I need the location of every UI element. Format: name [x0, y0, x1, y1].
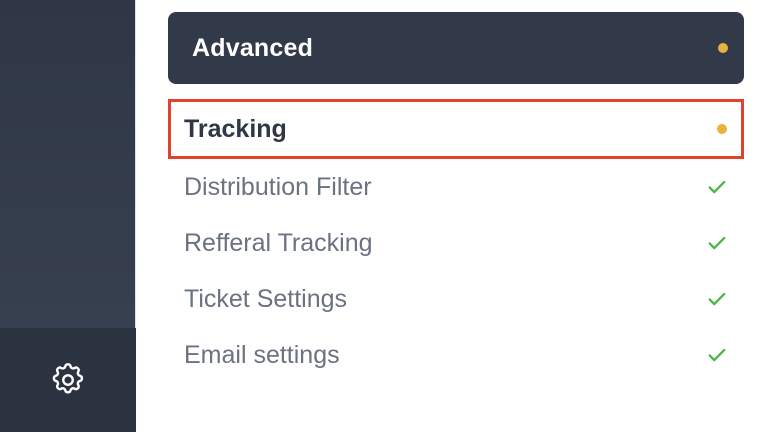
section-title: Advanced — [192, 33, 314, 62]
settings-button[interactable] — [0, 328, 136, 432]
nav-item-email-settings[interactable]: Email settings — [168, 327, 744, 383]
settings-panel: Advanced Tracking Distribution Filter Re… — [168, 12, 744, 383]
nav-item-tracking[interactable]: Tracking — [168, 99, 744, 159]
nav-item-label: Email settings — [184, 340, 340, 369]
section-items: Tracking Distribution Filter Refferal Tr… — [168, 99, 744, 383]
nav-item-refferal-tracking[interactable]: Refferal Tracking — [168, 215, 744, 271]
nav-item-label: Refferal Tracking — [184, 228, 373, 257]
checkmark-icon — [706, 344, 728, 366]
nav-item-label: Tracking — [184, 114, 287, 143]
checkmark-icon — [706, 288, 728, 310]
nav-item-label: Ticket Settings — [184, 284, 348, 313]
checkmark-icon — [706, 232, 728, 254]
nav-item-label: Distribution Filter — [184, 172, 372, 201]
pending-status-dot — [717, 124, 727, 134]
nav-item-ticket-settings[interactable]: Ticket Settings — [168, 271, 744, 327]
section-header-advanced[interactable]: Advanced — [168, 12, 744, 84]
checkmark-icon — [706, 176, 728, 198]
pending-status-dot — [718, 43, 728, 53]
left-rail — [0, 0, 136, 432]
gear-icon — [52, 363, 84, 394]
nav-item-distribution-filter[interactable]: Distribution Filter — [168, 159, 744, 215]
